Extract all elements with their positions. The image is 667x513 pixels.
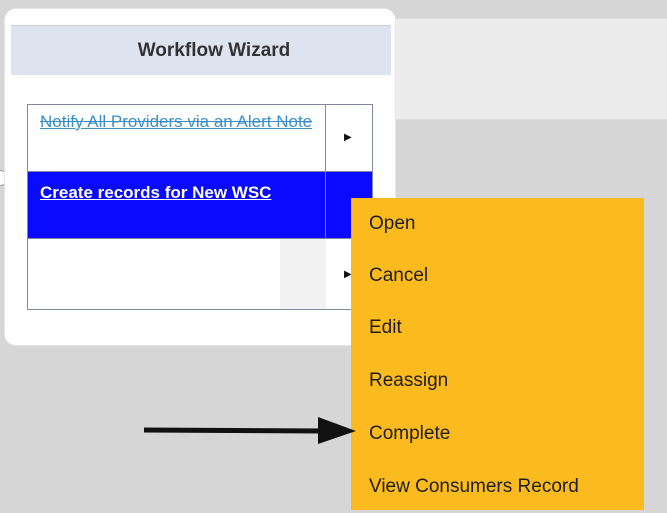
arrow-right-icon [143, 417, 356, 444]
task-row-empty[interactable]: ▶ [28, 239, 372, 309]
wizard-task-table: Notify All Providers via an Alert Note ▶… [27, 104, 373, 310]
task-link-selected[interactable]: Create records for New WSC [40, 178, 313, 203]
task-row-selected[interactable]: Create records for New WSC ▶ [28, 172, 372, 239]
workflow-wizard-panel: Workflow Wizard Notify All Providers via… [4, 8, 396, 346]
menu-item-cancel[interactable]: Cancel [351, 250, 644, 302]
task-cell[interactable]: Create records for New WSC [28, 172, 326, 238]
task-context-menu: Open Cancel Edit Reassign Complete View … [351, 198, 644, 510]
task-row[interactable]: Notify All Providers via an Alert Note ▶ [28, 105, 372, 172]
adjacent-panel [395, 18, 667, 120]
wizard-title: Workflow Wizard [11, 25, 391, 75]
menu-item-complete[interactable]: Complete [351, 408, 644, 460]
task-link-completed[interactable]: Notify All Providers via an Alert Note [40, 112, 312, 131]
task-cell[interactable]: Notify All Providers via an Alert Note [28, 105, 326, 171]
cell-shading [280, 239, 326, 309]
screen: Workflow Wizard Notify All Providers via… [0, 0, 667, 510]
menu-item-reassign[interactable]: Reassign [351, 355, 644, 407]
task-menu-toggle[interactable]: ▶ [326, 105, 372, 171]
menu-item-edit[interactable]: Edit [351, 302, 644, 354]
menu-item-open[interactable]: Open [351, 198, 644, 250]
menu-item-view-consumers-record[interactable]: View Consumers Record [351, 461, 644, 513]
triangle-right-icon: ▶ [344, 132, 352, 143]
task-cell[interactable] [28, 239, 326, 309]
